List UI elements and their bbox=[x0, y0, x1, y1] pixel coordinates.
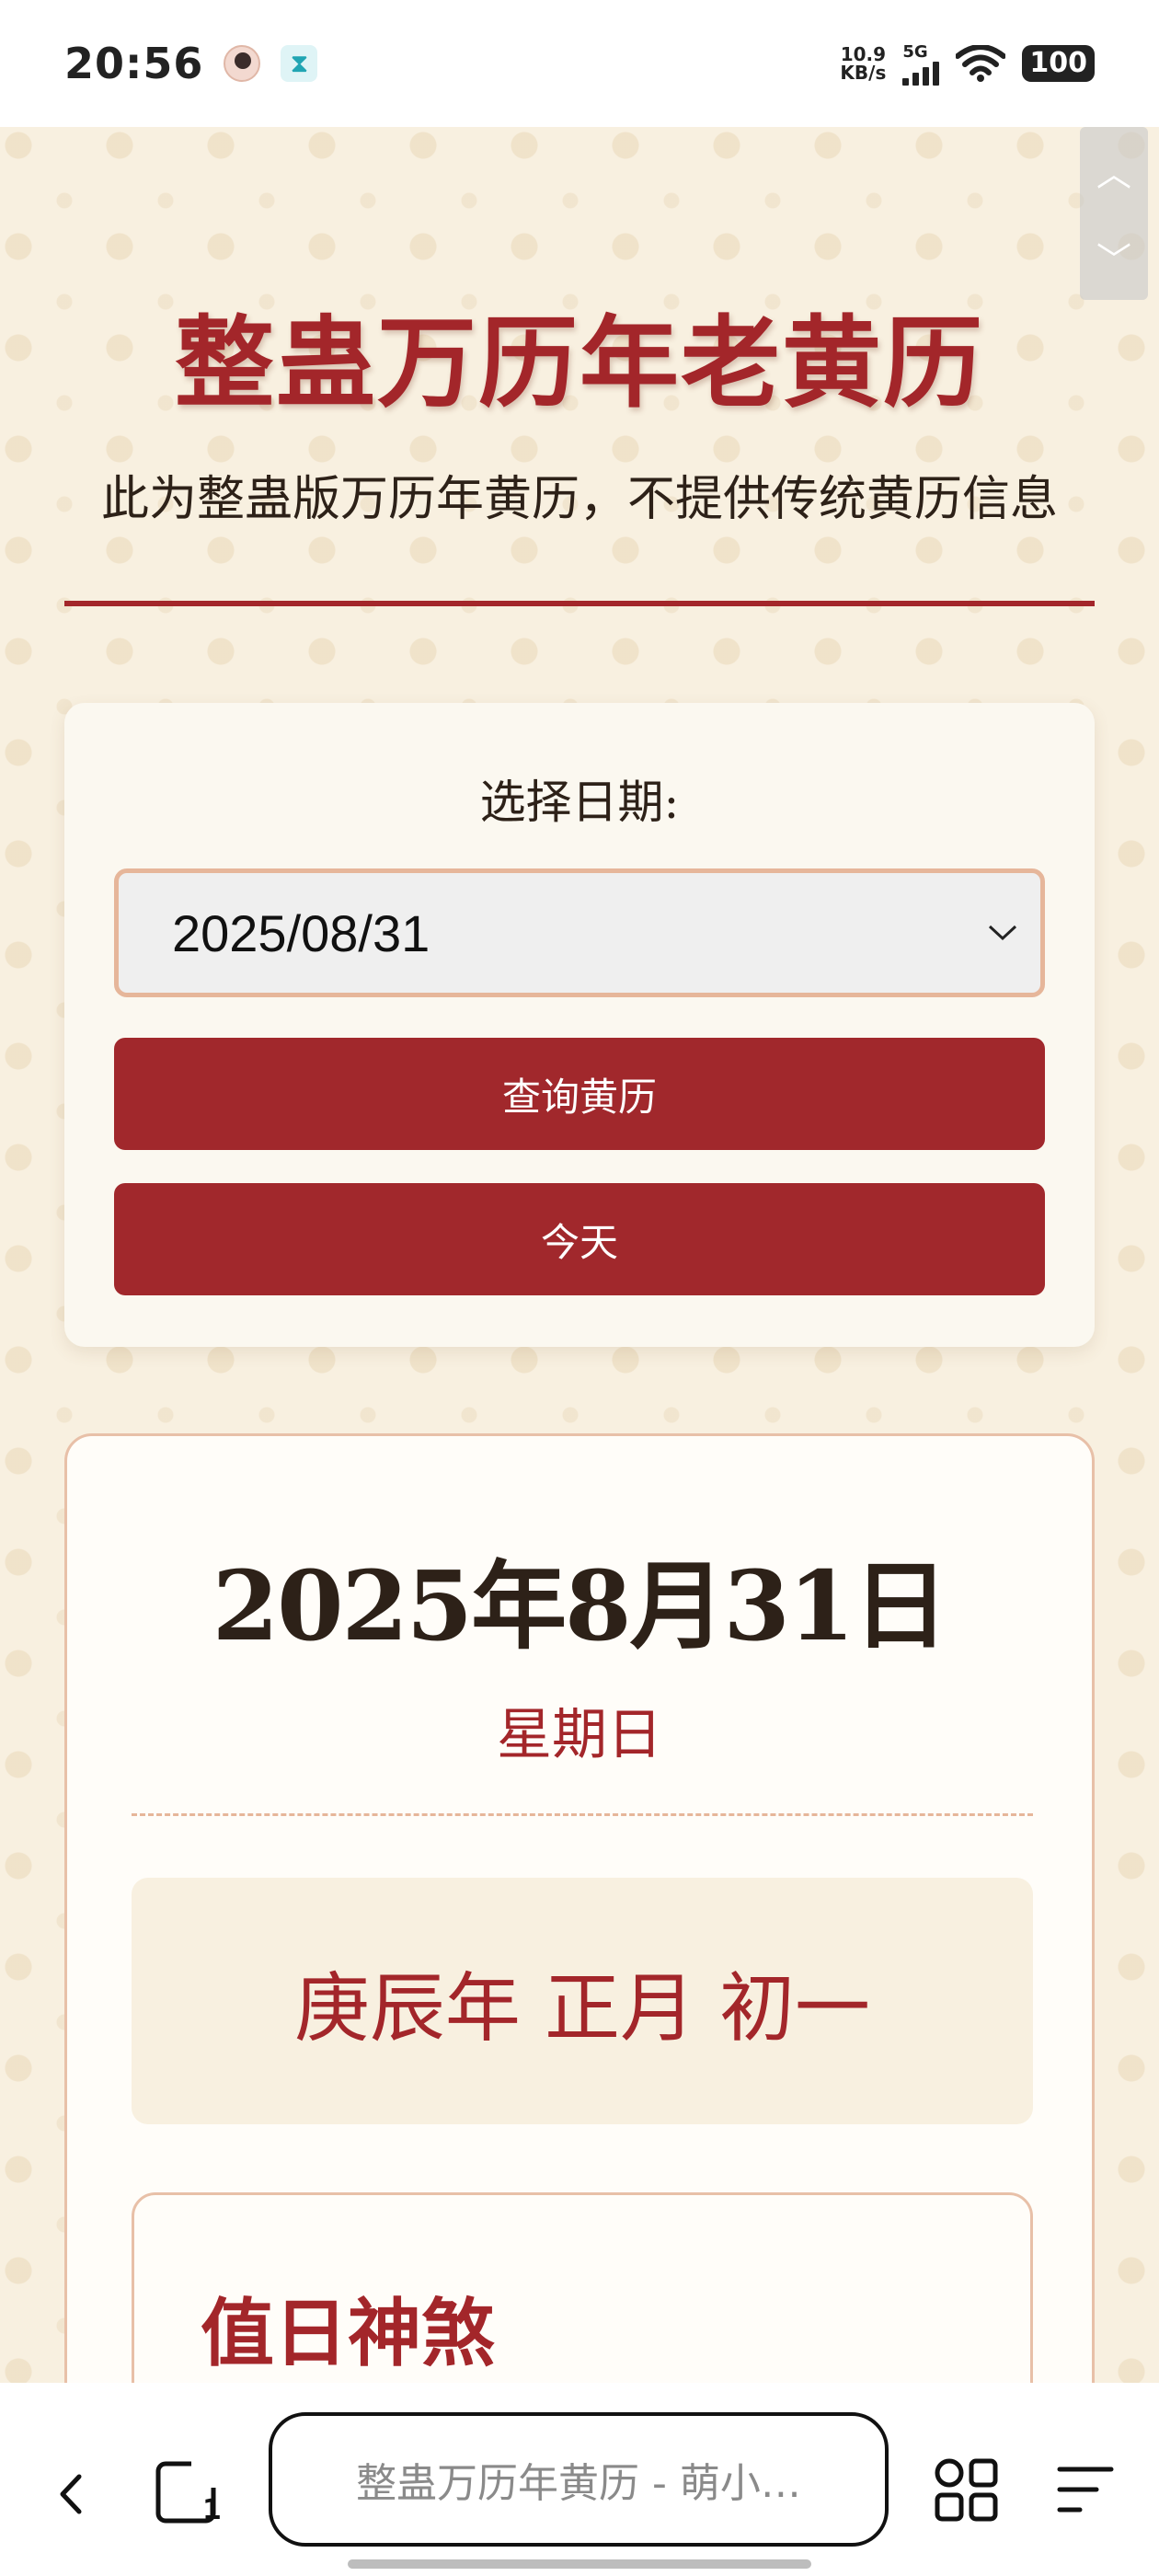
network-speed: 10.9 KB/s bbox=[840, 45, 886, 82]
network-speed-value: 10.9 bbox=[840, 43, 887, 65]
query-button[interactable]: 查询黄历 bbox=[114, 1038, 1045, 1150]
weekday: 星期日 bbox=[497, 1703, 662, 1767]
menu-icon[interactable] bbox=[1052, 2462, 1117, 2517]
date-label: 选择日期: bbox=[479, 776, 680, 829]
network-speed-unit: KB/s bbox=[840, 62, 887, 84]
clock-time: 20:56 bbox=[64, 39, 204, 88]
status-left: 20:56 ⧗ bbox=[64, 39, 318, 88]
status-bar: 20:56 ⧗ 10.9 KB/s 5G 100 bbox=[0, 0, 1159, 127]
dashed-divider bbox=[132, 1813, 1033, 1816]
back-icon[interactable] bbox=[50, 2471, 96, 2517]
wifi-icon bbox=[956, 45, 1006, 82]
page-subtitle: 此为整蛊版万历年黄历，不提供传统黄历信息 bbox=[100, 472, 1058, 527]
date-picker-card: 选择日期: 2025/08/31 查询黄历 今天 bbox=[64, 703, 1095, 1347]
date-select[interactable]: 2025/08/31 bbox=[114, 868, 1045, 997]
hourglass-icon: ⧗ bbox=[281, 45, 318, 82]
battery-icon: 100 bbox=[1022, 45, 1095, 82]
chevron-down-icon bbox=[988, 925, 1017, 941]
solar-date: 2025年8月31日 bbox=[212, 1549, 949, 1662]
today-button[interactable]: 今天 bbox=[114, 1183, 1045, 1295]
page-title: 整蛊万历年老黄历 bbox=[174, 305, 984, 421]
signal-label: 5G bbox=[902, 41, 928, 62]
status-right: 10.9 KB/s 5G 100 bbox=[840, 42, 1095, 86]
url-bar[interactable]: 整蛊万历年黄历 - 萌小… bbox=[269, 2412, 889, 2547]
signal-icon: 5G bbox=[902, 41, 940, 86]
scroll-up-icon[interactable]: ︿ bbox=[1096, 145, 1131, 196]
deity-section-card: 值日神煞 bbox=[132, 2192, 1033, 2383]
tabs-icon[interactable]: 1 bbox=[155, 2458, 221, 2524]
scroll-widget[interactable]: ︿ ﹀ bbox=[1080, 127, 1148, 300]
lunar-date: 庚辰年 正月 初一 bbox=[132, 1878, 1033, 2124]
browser-bottom-bar: 1 整蛊万历年黄历 - 萌小… bbox=[0, 2383, 1159, 2576]
result-card: 2025年8月31日 星期日 庚辰年 正月 初一 值日神煞 bbox=[64, 1433, 1095, 2383]
page-content[interactable]: ︿ ﹀ 整蛊万历年老黄历 此为整蛊版万历年黄历，不提供传统黄历信息 选择日期: … bbox=[0, 127, 1159, 2383]
title-divider bbox=[64, 601, 1095, 606]
home-indicator[interactable] bbox=[348, 2559, 811, 2569]
date-select-value: 2025/08/31 bbox=[172, 903, 430, 962]
tab-count: 1 bbox=[202, 2494, 221, 2524]
scroll-down-icon[interactable]: ﹀ bbox=[1096, 232, 1131, 282]
apps-grid-icon[interactable] bbox=[933, 2456, 999, 2523]
deity-section-title: 值日神煞 bbox=[201, 2290, 495, 2376]
avatar-icon bbox=[224, 45, 261, 82]
